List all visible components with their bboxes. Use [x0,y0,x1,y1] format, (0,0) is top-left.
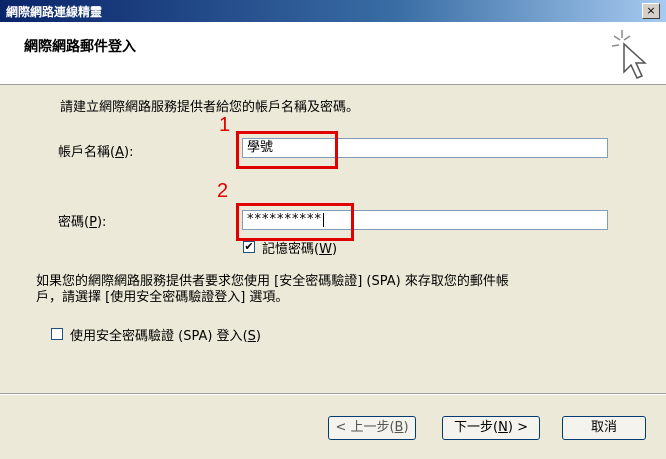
next-accel: N [498,420,508,435]
window-title: 網際網路連線精靈 [6,5,103,19]
wizard-header: 網際網路郵件登入 [0,22,666,85]
remember-label-text: 記憶密碼 [262,242,315,257]
cursor-sparkle-icon [611,30,647,79]
spa-description-line1: 如果您的網際網路服務提供者要求您使用 [安全密碼驗證] (SPA) 來存取您的郵… [36,274,509,289]
next-button[interactable]: 下一步(N) > [442,416,540,440]
spa-login-checkbox[interactable] [51,328,63,340]
next-button-label: 下一步 [454,420,494,435]
spa-label-text: 使用安全密碼驗證 (SPA) 登入 [70,329,243,344]
spa-login-label[interactable]: 使用安全密碼驗證 (SPA) 登入(S) [70,325,261,344]
intro-text: 請建立網際網路服務提供者給您的帳戶名稱及密碼。 [60,100,360,115]
account-label-text: 帳戶名稱 [58,145,111,160]
back-accel: B [394,420,404,435]
title-bar: 網際網路連線精靈 × [0,0,666,22]
account-name-label: 帳戶名稱(A): [58,145,134,160]
annotation-box-1 [236,131,338,169]
close-button[interactable]: × [642,3,660,19]
next-button-arrow: > [512,420,528,435]
password-label-text: 密碼 [58,215,85,230]
cancel-button[interactable]: 取消 [562,416,646,440]
wizard-window: 網際網路連線精靈 × 網際網路郵件登入 請建立網際網路服務提供者給您的帳戶名稱及… [0,0,666,459]
back-button-label: < 上一步 [335,420,390,435]
back-button[interactable]: < 上一步(B) [328,416,416,440]
account-accel: A [115,145,124,160]
annotation-number-1: 1 [219,114,231,136]
password-label: 密碼(P): [58,215,107,230]
spa-description: 如果您的網際網路服務提供者要求您使用 [安全密碼驗證] (SPA) 來存取您的郵… [36,274,509,306]
password-accel: P [89,215,97,230]
annotation-number-2: 2 [217,180,229,202]
check-icon: ✔ [244,240,254,253]
button-divider [0,393,666,395]
remember-password-checkbox[interactable]: ✔ [243,241,255,253]
remember-accel: W [319,242,332,257]
annotation-box-2 [236,203,354,241]
spa-description-line2: 戶，請選擇 [使用安全密碼驗證登入] 選項。 [36,290,289,305]
spa-accel: S [247,329,256,344]
page-title: 網際網路郵件登入 [24,39,136,55]
